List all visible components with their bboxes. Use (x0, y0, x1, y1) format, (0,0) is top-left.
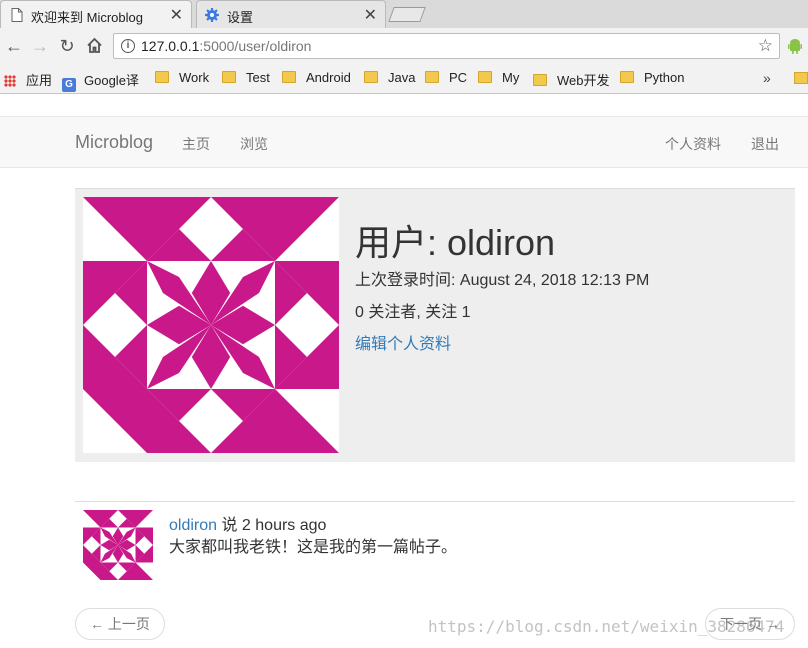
edit-profile-link[interactable]: 编辑个人资料 (355, 330, 451, 354)
folder-icon (478, 71, 492, 83)
forward-icon[interactable]: → (30, 36, 50, 56)
post-body: 大家都叫我老铁！这是我的第一篇帖子。 (169, 539, 458, 556)
star-icon[interactable]: ☆ (758, 36, 773, 56)
tab-microblog[interactable]: 欢迎来到 Microblog ✕ (0, 0, 192, 28)
nav-profile[interactable]: 个人资料 (665, 134, 721, 154)
tab-strip: 欢迎来到 Microblog ✕ 设置 ✕ (0, 0, 808, 28)
folder-icon (620, 71, 634, 83)
post-time: 说 2 hours ago (217, 517, 327, 534)
folder-icon[interactable] (794, 72, 808, 84)
bookmark-java[interactable]: Java (364, 70, 415, 85)
nav-logout[interactable]: 退出 (751, 134, 779, 154)
address-bar[interactable]: i 127.0.0.1:5000/user/oldiron ☆ (113, 33, 780, 59)
folder-icon (364, 71, 378, 83)
bookmark-label: Android (306, 70, 351, 85)
reload-icon[interactable]: ↻ (57, 36, 77, 56)
bookmarks-more-icon[interactable]: » (763, 70, 771, 86)
brand-link[interactable]: Microblog (75, 132, 153, 153)
bookmark-work[interactable]: Work (155, 70, 209, 85)
bookmark-my[interactable]: My (478, 70, 519, 85)
folder-icon (222, 71, 236, 83)
folder-icon (155, 71, 169, 83)
folder-icon (533, 74, 547, 86)
bookmark-label: Java (388, 70, 416, 85)
close-icon[interactable]: ✕ (364, 5, 377, 25)
folder-icon (425, 71, 439, 83)
bookmark-label: Test (246, 70, 270, 85)
home-icon[interactable] (86, 37, 103, 54)
nav-home[interactable]: 主页 (182, 134, 210, 154)
bookmark-pc[interactable]: PC (425, 70, 467, 85)
last-seen-text: 上次登录时间: August 24, 2018 12:13 PM (355, 272, 650, 289)
bookmark-android[interactable]: Android (282, 70, 351, 85)
apps-grid-icon (4, 75, 16, 87)
gear-icon (205, 8, 219, 22)
bookmark-test[interactable]: Test (222, 70, 270, 85)
android-icon[interactable] (788, 38, 802, 54)
site-navbar: Microblog 主页 浏览 个人资料 退出 (0, 116, 808, 168)
post-meta: oldiron 说 2 hours ago (169, 511, 326, 535)
google-translate-icon: G (62, 78, 76, 92)
bookmark-label: Work (179, 70, 210, 85)
close-icon[interactable]: ✕ (170, 5, 183, 25)
watermark-text: https://blog.csdn.net/weixin_38286474 (428, 617, 785, 636)
bookmark-google-translate[interactable]: G Google译 (62, 70, 139, 92)
bookmark-python[interactable]: Python (620, 70, 684, 85)
url-text[interactable]: 127.0.0.1:5000/user/oldiron (141, 38, 311, 54)
post-author-link[interactable]: oldiron (169, 517, 217, 534)
new-tab-button[interactable] (388, 7, 426, 22)
info-icon[interactable]: i (121, 39, 135, 53)
url-host: 127.0.0.1 (141, 38, 200, 54)
tab-settings[interactable]: 设置 ✕ (196, 0, 386, 28)
bookmarks-bar: 应用 G Google译 Work Test Android Java PC My… (0, 64, 808, 94)
bookmark-label: My (502, 70, 520, 85)
bookmark-label: PC (449, 70, 468, 85)
bookmark-label: Python (644, 70, 685, 85)
url-path: :5000/user/oldiron (199, 38, 312, 54)
tab-title: 设置 (227, 10, 254, 25)
bookmark-apps[interactable]: 应用 (4, 70, 52, 89)
page-icon (11, 8, 23, 22)
bookmark-label: Web开发 (557, 73, 610, 88)
tab-title: 欢迎来到 Microblog (31, 10, 143, 25)
nav-explore[interactable]: 浏览 (240, 134, 268, 154)
identicon-avatar (83, 197, 339, 453)
prev-page-button[interactable]: ← 上一页 (75, 608, 165, 640)
follow-stats: 0 关注者, 关注 1 (355, 304, 471, 321)
folder-icon (282, 71, 296, 83)
bookmark-web[interactable]: Web开发 (533, 70, 610, 89)
identicon-avatar-small[interactable] (83, 510, 153, 580)
bookmark-label: Google译 (84, 73, 139, 88)
back-icon[interactable]: ← (4, 36, 24, 56)
bookmark-label: 应用 (26, 73, 53, 88)
profile-title: 用户: oldiron (355, 222, 556, 263)
